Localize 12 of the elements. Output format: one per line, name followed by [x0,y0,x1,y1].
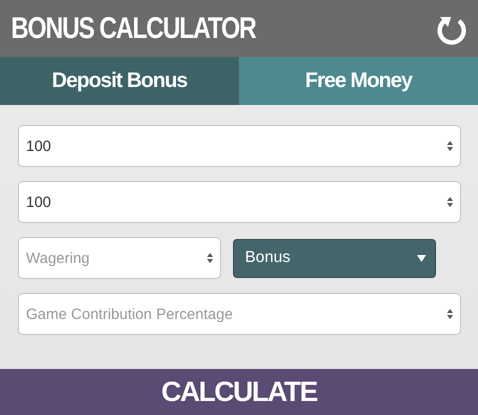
spinner-icon[interactable] [446,140,454,152]
dropdown-arrow-icon [417,254,426,262]
number-input[interactable]: 100 [18,181,461,223]
tab[interactable]: Free Money [239,57,478,105]
tab[interactable]: Deposit Bonus [0,57,239,105]
number-input[interactable]: 100 [18,125,461,167]
app-title: BONUS CALCULATOR [11,12,256,46]
spinner-icon[interactable] [446,196,454,208]
spinner-icon[interactable] [206,252,214,264]
calculate-button[interactable]: CALCULATE [0,369,478,415]
bonus-select[interactable]: Bonus [233,238,436,278]
spinner-icon[interactable] [446,308,454,320]
